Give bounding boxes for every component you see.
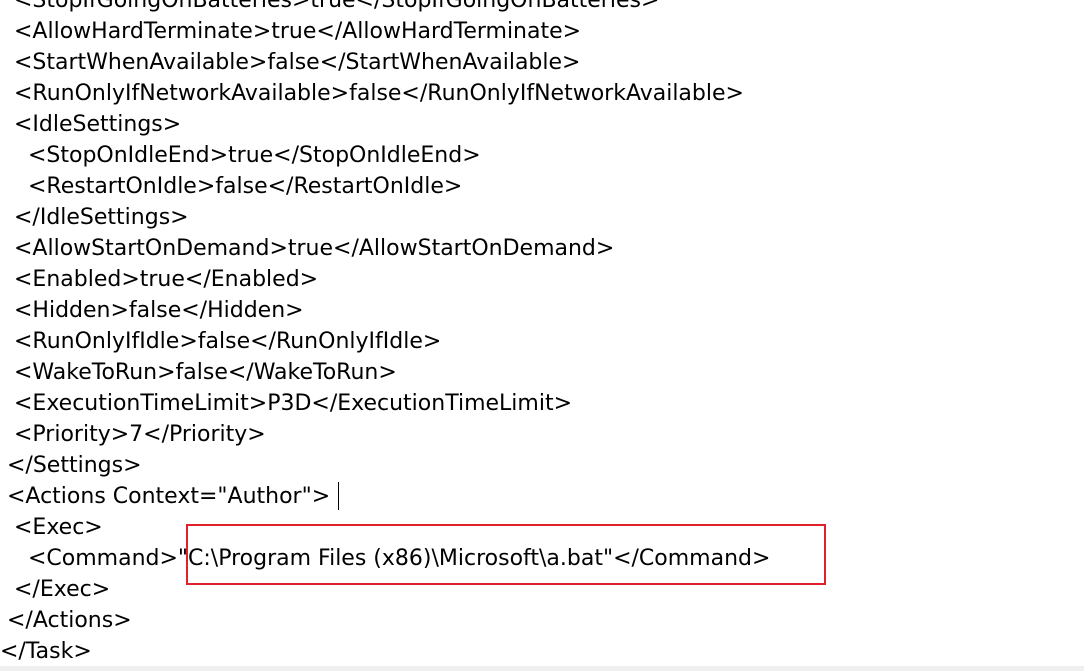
code-line: <RunOnlyIfIdle>false</RunOnlyIfIdle> [0, 329, 442, 354]
code-line: </Task> [0, 639, 92, 664]
code-line: <AllowStartOnDemand>true</AllowStartOnDe… [0, 236, 615, 261]
code-line: <StopOnIdleEnd>true</StopOnIdleEnd> [0, 143, 481, 168]
code-line: <Hidden>false</Hidden> [0, 298, 304, 323]
xml-text-editor[interactable]: <StopIfGoingOnBatteries>true</StopIfGoin… [0, 0, 1084, 671]
code-line: <ExecutionTimeLimit>P3D</ExecutionTimeLi… [0, 391, 573, 416]
code-line: <Enabled>true</Enabled> [0, 267, 319, 292]
text-cursor [338, 482, 339, 510]
bottom-edge [0, 666, 1084, 671]
code-line: <AllowHardTerminate>true</AllowHardTermi… [0, 19, 582, 44]
code-line: <IdleSettings> [0, 112, 182, 137]
code-line: <RestartOnIdle>false</RestartOnIdle> [0, 174, 463, 199]
code-line: <RunOnlyIfNetworkAvailable>false</RunOnl… [0, 81, 744, 106]
code-line: <StopIfGoingOnBatteries>true</StopIfGoin… [0, 0, 660, 13]
code-line: </Actions> [0, 608, 132, 633]
code-line: <StartWhenAvailable>false</StartWhenAvai… [0, 50, 581, 75]
code-line: <Actions Context="Author"> [0, 484, 331, 509]
command-highlight-box [186, 524, 826, 585]
code-line: </Settings> [0, 453, 142, 478]
code-line: <Priority>7</Priority> [0, 422, 266, 447]
code-line: <WakeToRun>false</WakeToRun> [0, 360, 397, 385]
code-line: </IdleSettings> [0, 205, 189, 230]
